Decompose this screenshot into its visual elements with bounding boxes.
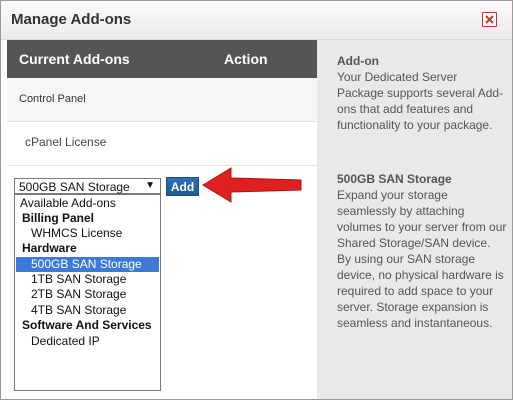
storage-info-text: Expand your storage seamlessly by attach… — [337, 188, 507, 330]
dropdown-option-500gb-san[interactable]: 500GB SAN Storage — [16, 257, 159, 272]
info-panel: Add-on Your Dedicated Server Package sup… — [317, 40, 512, 399]
dropdown-group-software-services: Software And Services — [22, 318, 152, 332]
dropdown-option-4tb-san[interactable]: 4TB SAN Storage — [16, 303, 159, 318]
dropdown-option-available-addons[interactable]: Available Add-ons — [16, 196, 159, 211]
dropdown-option-dedicated-ip[interactable]: Dedicated IP — [16, 334, 159, 349]
dropdown-option-1tb-san[interactable]: 1TB SAN Storage — [16, 272, 159, 287]
add-button[interactable]: Add — [166, 177, 199, 196]
addon-info-heading: Add-on — [337, 54, 379, 68]
close-button[interactable] — [482, 12, 497, 27]
chevron-down-icon: ▼ — [145, 180, 155, 191]
manage-addons-dialog: Manage Add-ons Current Add-ons Action Co… — [0, 0, 513, 400]
addon-name: cPanel License — [25, 135, 107, 149]
column-header-current-addons: Current Add-ons — [19, 51, 130, 67]
addon-select-value: 500GB SAN Storage — [19, 180, 130, 194]
addon-info-text: Your Dedicated Server Package supports s… — [337, 70, 504, 132]
dropdown-group-billing-panel: Billing Panel — [22, 211, 95, 225]
addons-panel: Current Add-ons Action Control Panel cPa… — [1, 40, 317, 399]
dialog-title: Manage Add-ons — [11, 11, 132, 28]
table-row: Control Panel — [7, 78, 317, 122]
dialog-titlebar: Manage Add-ons — [1, 1, 512, 40]
table-row: cPanel License — [7, 122, 317, 166]
column-header-action: Action — [224, 51, 268, 67]
dropdown-option-2tb-san[interactable]: 2TB SAN Storage — [16, 287, 159, 302]
dropdown-group-hardware: Hardware — [22, 241, 77, 255]
addon-select[interactable]: 500GB SAN Storage ▼ — [14, 178, 161, 194]
addon-name: Control Panel — [19, 93, 86, 105]
dropdown-option-whmcs-license[interactable]: WHMCS License — [16, 226, 159, 241]
close-icon — [485, 15, 494, 24]
addons-table-header: Current Add-ons Action — [7, 40, 317, 78]
addon-dropdown-list: Available Add-ons Billing Panel WHMCS Li… — [14, 194, 161, 391]
storage-info-heading: 500GB SAN Storage — [337, 172, 452, 186]
red-arrow-icon — [202, 167, 302, 203]
